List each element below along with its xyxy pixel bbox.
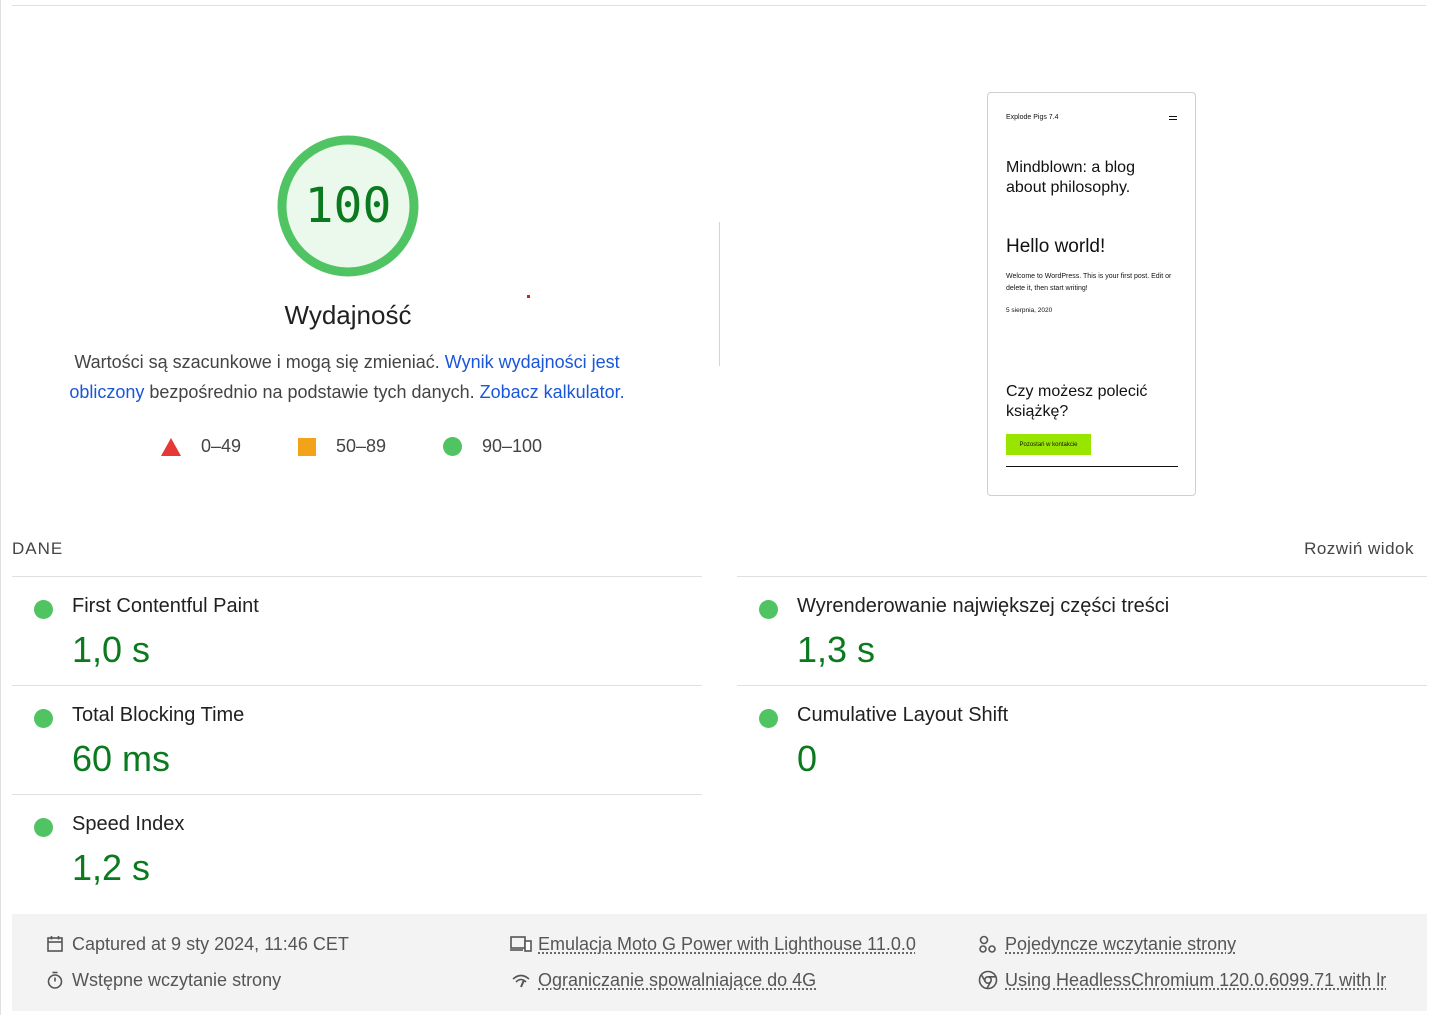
left-border	[0, 0, 1, 1015]
note-text-2: bezpośrednio na podstawie tych danych.	[144, 382, 480, 402]
screenshot-post-body: Welcome to WordPress. This is your first…	[1006, 273, 1172, 292]
metric-name: Cumulative Layout Shift	[797, 704, 1009, 726]
metric-first-contentful-paint: First Contentful Paint 1,0 s	[12, 577, 692, 685]
metric-value: 60 ms	[72, 738, 171, 779]
screenshot-tagline: Mindblown: a blog about philosophy.	[1006, 159, 1135, 196]
initial-load: Wstępne wczytanie strony	[44, 969, 281, 991]
screenshot-site-title: Explode Pigs 7.4	[1006, 114, 1059, 121]
pass-circle-icon	[34, 600, 53, 619]
network-throttling[interactable]: Ograniczanie spowalniające do 4G	[510, 969, 816, 991]
hamburger-icon	[1169, 116, 1177, 120]
metric-name: Speed Index	[72, 813, 185, 835]
pass-circle-icon	[759, 600, 778, 619]
final-screenshot[interactable]: Explode Pigs 7.4 Mindblown: a blog about…	[987, 92, 1196, 496]
pass-circle-icon	[34, 709, 53, 728]
metric-value: 1,2 s	[72, 847, 151, 888]
expand-view-toggle[interactable]: Rozwiń widok	[1304, 539, 1414, 559]
screenshot-divider	[1006, 466, 1178, 467]
screenshot-cta-heading: Czy możesz polecić książkę?	[1006, 383, 1148, 420]
device-emulation-text[interactable]: Emulacja Moto G Power with Lighthouse 11…	[538, 934, 916, 955]
captured-at: Captured at 9 sty 2024, 11:46 CET	[44, 933, 349, 955]
device-emulation[interactable]: Emulacja Moto G Power with Lighthouse 11…	[510, 933, 916, 955]
captured-at-text: Captured at 9 sty 2024, 11:46 CET	[72, 933, 349, 954]
performance-gauge: 100	[275, 133, 421, 279]
signal-icon	[510, 969, 532, 991]
initial-load-text: Wstępne wczytanie strony	[72, 969, 282, 990]
browser-info[interactable]: Using HeadlessChromium 120.0.6099.71 wit…	[977, 969, 1386, 991]
gauge-score: 100	[304, 178, 392, 234]
runtime-settings: Captured at 9 sty 2024, 11:46 CET Wstępn…	[12, 914, 1427, 1011]
metrics-heading: DANE	[12, 539, 64, 558]
single-page-load-text[interactable]: Pojedyncze wczytanie strony	[1005, 934, 1236, 955]
legend-fail: 0–49	[161, 436, 241, 457]
network-throttling-text[interactable]: Ograniczanie spowalniające do 4G	[538, 970, 816, 991]
legend-average: 50–89	[298, 436, 386, 457]
metric-largest-contentful-paint: Wyrenderowanie największej części treści…	[737, 577, 1417, 685]
calculator-link[interactable]: Zobacz kalkulator.	[480, 382, 625, 402]
metric-value: 0	[797, 738, 818, 779]
pass-circle-icon	[34, 818, 53, 837]
metric-cumulative-layout-shift: Cumulative Layout Shift 0	[737, 686, 1417, 794]
metric-name: First Contentful Paint	[72, 595, 259, 617]
metric-value: 1,3 s	[797, 629, 876, 670]
chrome-icon	[977, 969, 999, 991]
legend-average-label: 50–89	[336, 436, 387, 456]
single-page-load[interactable]: Pojedyncze wczytanie strony	[977, 933, 1236, 955]
note-text-1: Wartości są szacunkowe i mogą się zmieni…	[74, 352, 445, 372]
screenshot-cta-button: Pozostań w kontakcie	[1006, 434, 1091, 455]
metric-total-blocking-time: Total Blocking Time 60 ms	[12, 686, 692, 794]
browser-info-text[interactable]: Using HeadlessChromium 120.0.6099.71 wit…	[1005, 970, 1386, 991]
people-icon	[977, 933, 999, 955]
legend-fail-label: 0–49	[201, 436, 242, 456]
score-note: Wartości są szacunkowe i mogą się zmieni…	[58, 347, 636, 407]
red-marker	[527, 295, 530, 298]
square-icon	[298, 437, 316, 456]
screenshot-post-date: 5 sierpnia, 2020	[1006, 307, 1053, 314]
stopwatch-icon	[44, 969, 66, 991]
gauge-title: Wydajność	[284, 300, 412, 330]
metric-value: 1,0 s	[72, 629, 151, 670]
circle-icon	[443, 437, 462, 456]
vertical-separator	[719, 222, 720, 366]
screenshot-post-title: Hello world!	[1006, 236, 1106, 257]
legend-pass-label: 90–100	[482, 436, 543, 456]
calendar-icon	[44, 933, 66, 955]
metric-speed-index: Speed Index 1,2 s	[12, 795, 692, 903]
metric-name: Total Blocking Time	[72, 704, 245, 726]
legend-pass: 90–100	[443, 436, 542, 457]
pass-circle-icon	[759, 709, 778, 728]
top-divider	[12, 5, 1426, 6]
devices-icon	[510, 933, 532, 955]
triangle-icon	[161, 437, 181, 456]
metric-name: Wyrenderowanie największej części treści	[797, 595, 1170, 617]
